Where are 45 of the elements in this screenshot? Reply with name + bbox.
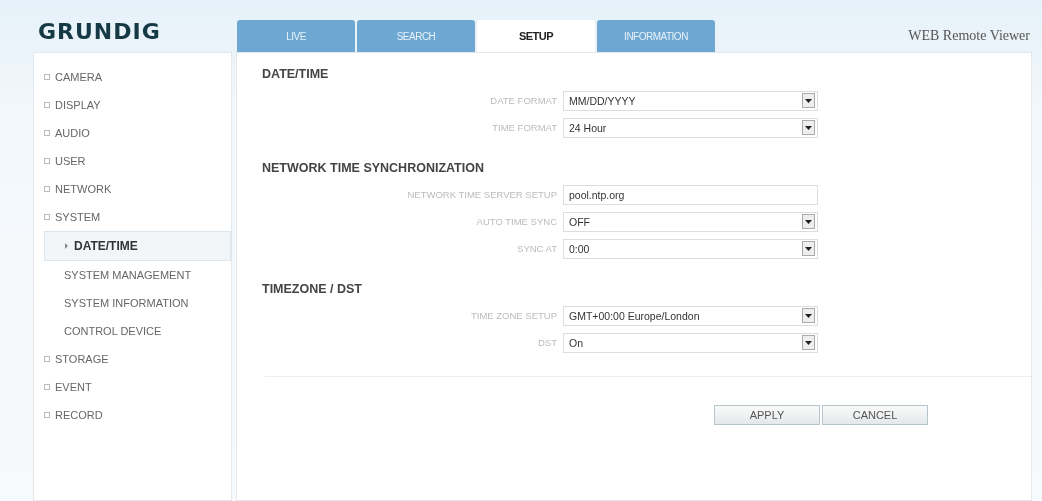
dropdown[interactable]: On xyxy=(563,332,818,353)
sidebar-item[interactable]: AUDIO xyxy=(34,119,231,147)
section-title: NETWORK TIME SYNCHRONIZATION xyxy=(262,161,485,175)
field-label: AUTO TIME SYNC xyxy=(475,216,558,227)
sidebar-item[interactable]: NETWORK xyxy=(34,175,231,203)
bullet-icon xyxy=(44,384,50,390)
field-label: SYNC AT xyxy=(516,243,558,254)
field-label: DST xyxy=(537,337,558,348)
logo: GRUNDIG xyxy=(37,17,162,44)
bullet-icon xyxy=(44,130,50,136)
sidebar-item[interactable]: SYSTEM MANAGEMENT xyxy=(34,261,231,289)
bullet-icon xyxy=(44,214,50,220)
sidebar-item[interactable]: SYSTEM xyxy=(34,203,231,231)
sidebar-item[interactable]: DISPLAY xyxy=(34,91,231,119)
section-title: TIMEZONE / DST xyxy=(262,282,363,296)
tab[interactable]: SETUP xyxy=(477,20,595,52)
field-label: NETWORK TIME SERVER SETUP xyxy=(406,189,558,200)
dropdown[interactable]: 24 Hour xyxy=(563,117,818,138)
dropdown[interactable]: OFF xyxy=(563,211,818,232)
sidebar-item[interactable]: SYSTEM INFORMATION xyxy=(34,289,231,317)
bullet-icon xyxy=(44,74,50,80)
section-title: DATE/TIME xyxy=(262,67,330,81)
app-title: WEB Remote Viewer xyxy=(908,28,1030,44)
bullet-icon xyxy=(44,412,50,418)
sidebar-item[interactable]: RECORD xyxy=(34,401,231,429)
sidebar-item[interactable]: CONTROL DEVICE xyxy=(34,317,231,345)
bullet-icon xyxy=(44,102,50,108)
bullet-icon xyxy=(44,158,50,164)
sidebar-item[interactable]: STORAGE xyxy=(34,345,231,373)
bullet-icon xyxy=(44,186,50,192)
action-button[interactable]: CANCEL xyxy=(822,405,928,425)
action-button[interactable]: APPLY xyxy=(714,405,820,425)
dropdown[interactable]: MM/DD/YYYY xyxy=(563,90,818,111)
sidebar-item[interactable]: DATE/TIME xyxy=(44,231,231,261)
field-label: DATE FORMAT xyxy=(489,95,558,106)
sidebar-item[interactable]: USER xyxy=(34,147,231,175)
field-label: TIME FORMAT xyxy=(491,122,558,133)
input-field[interactable]: pool.ntp.org xyxy=(563,184,818,205)
sidebar-item[interactable]: EVENT xyxy=(34,373,231,401)
bullet-icon xyxy=(44,356,50,362)
dropdown[interactable]: 0:00 xyxy=(563,238,818,259)
field-label: TIME ZONE SETUP xyxy=(469,310,558,321)
dropdown[interactable]: GMT+00:00 Europe/London xyxy=(563,305,818,326)
sidebar-item[interactable]: CAMERA xyxy=(34,63,231,91)
arrow-icon xyxy=(65,243,68,249)
